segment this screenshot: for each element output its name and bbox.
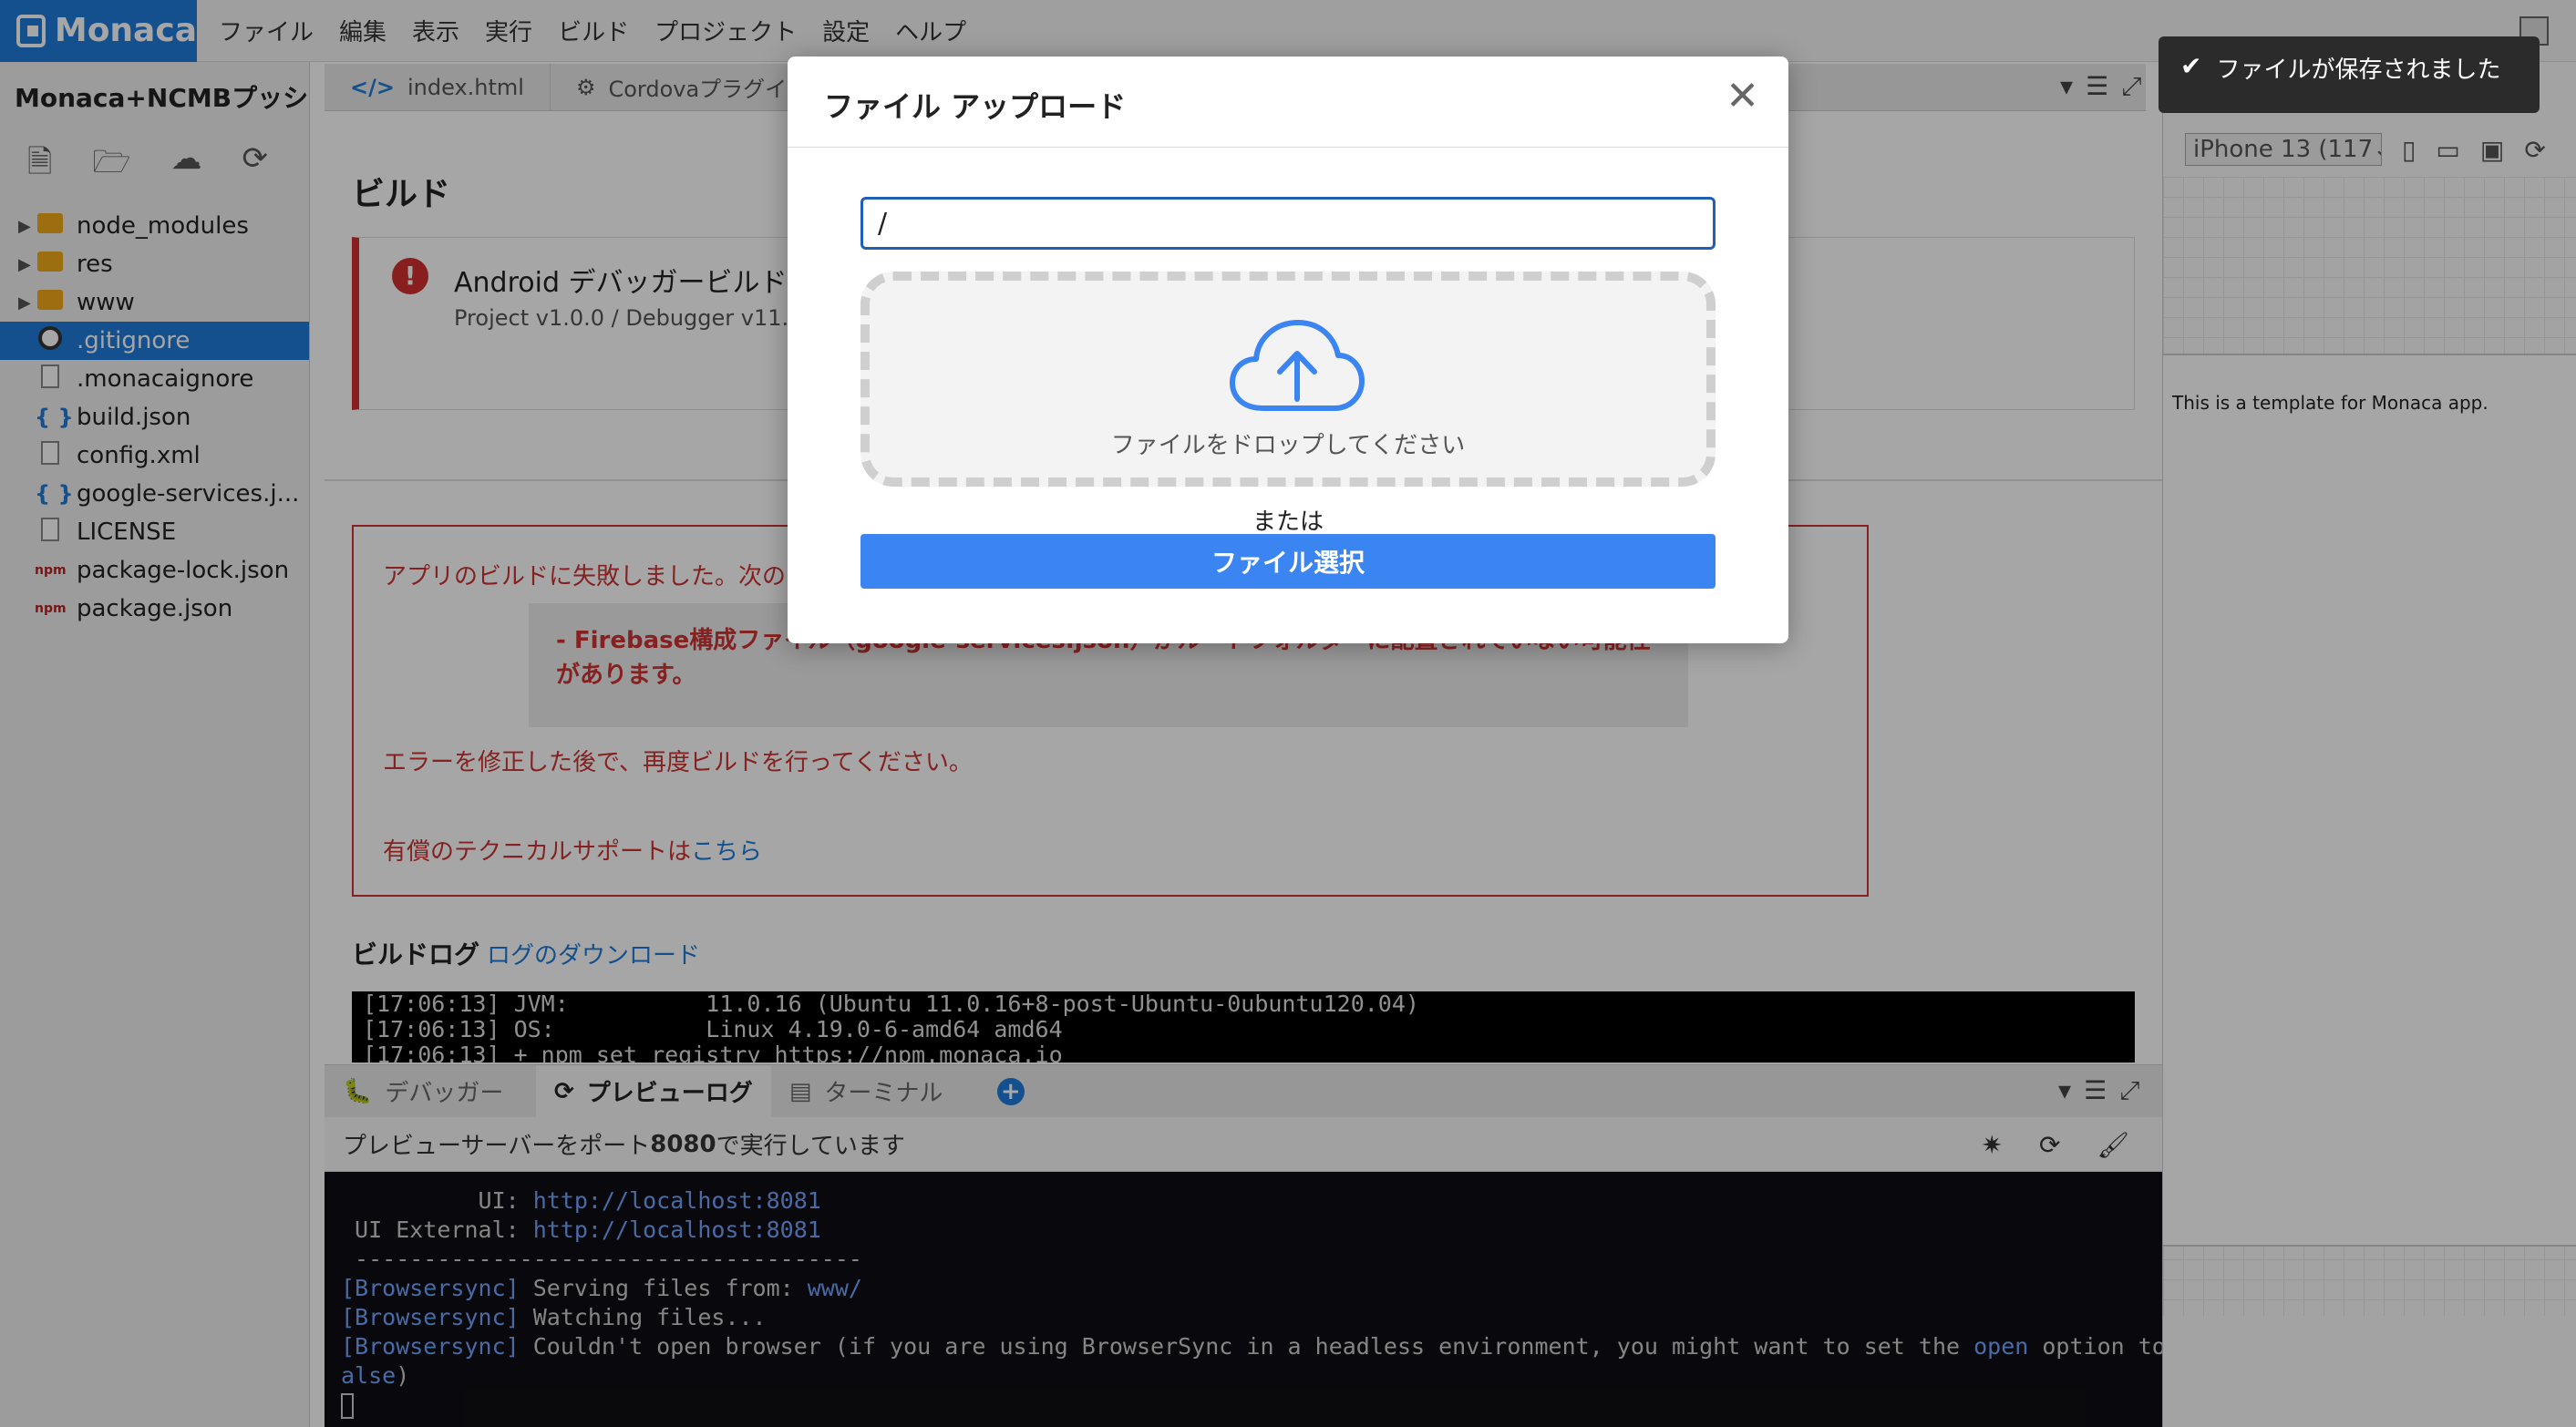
close-icon[interactable]: ✕ bbox=[1726, 77, 1759, 117]
dialog-title: ファイル アップロード bbox=[824, 89, 1127, 124]
file-upload-dialog: ファイル アップロード ✕ ファイルをドロップしてください または ファイル選択 bbox=[788, 56, 1788, 643]
select-file-button[interactable]: ファイル選択 bbox=[860, 534, 1716, 589]
upload-path-input[interactable] bbox=[860, 197, 1716, 250]
dialog-header: ファイル アップロード ✕ bbox=[788, 56, 1788, 148]
or-text: または bbox=[1252, 508, 1324, 536]
drop-text: ファイルをドロップしてください bbox=[1110, 432, 1466, 459]
check-icon: ✔ bbox=[2180, 51, 2202, 81]
file-drop-zone[interactable]: ファイルをドロップしてください bbox=[860, 272, 1716, 487]
cloud-upload-icon bbox=[1230, 320, 1365, 411]
save-toast: ✔ ファイルが保存されました bbox=[2159, 36, 2540, 113]
